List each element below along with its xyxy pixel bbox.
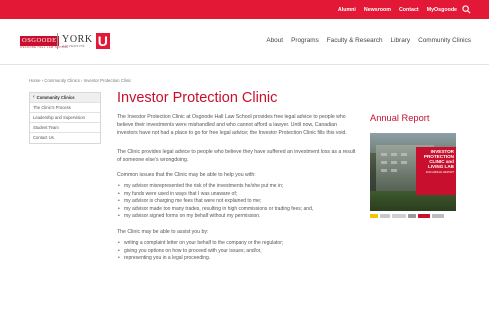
utility-bar: Alumni Newsroom Contact MyOsgoode bbox=[0, 0, 489, 19]
utility-link-alumni[interactable]: Alumni bbox=[338, 7, 356, 13]
cover-window bbox=[381, 169, 387, 172]
cover-title-block: INVESTOR PROTECTION CLINIC and LIVING LA… bbox=[416, 147, 456, 195]
cover-window bbox=[401, 161, 407, 164]
nav-about[interactable]: About bbox=[266, 37, 283, 44]
nav-library[interactable]: Library bbox=[391, 37, 411, 44]
breadcrumb[interactable]: Home › Community Clinics › Investor Prot… bbox=[29, 78, 131, 83]
main-content: Investor Protection Clinic The Investor … bbox=[117, 90, 357, 263]
sponsor-logo bbox=[418, 214, 430, 218]
site-header: OSGOODE OSGOODE HALL LAW SCHOOL YORK UNI… bbox=[0, 19, 489, 65]
york-wordmark-text: YORK bbox=[62, 33, 93, 45]
cover-window bbox=[381, 153, 387, 156]
sidebar-item-leadership[interactable]: Leadership and Supervision bbox=[30, 113, 100, 123]
sidebar-item-clinic-process[interactable]: The Clinic's Process bbox=[30, 103, 100, 113]
cover-window bbox=[381, 161, 387, 164]
utility-links: Alumni Newsroom Contact MyOsgoode bbox=[338, 0, 457, 19]
list-item: my advisor misrepresented the risk of th… bbox=[117, 183, 357, 191]
cover-window bbox=[401, 153, 407, 156]
annual-report-cover[interactable]: INVESTOR PROTECTION CLINIC and LIVING LA… bbox=[370, 133, 456, 211]
page-title: Investor Protection Clinic bbox=[117, 90, 278, 106]
list-item: my funds were used in ways that I was un… bbox=[117, 191, 357, 199]
list-item: writing a complaint letter on your behal… bbox=[117, 240, 357, 248]
cover-window bbox=[391, 153, 397, 156]
issues-intro: Common issues that the Clinic may be abl… bbox=[117, 172, 256, 178]
osgoode-logo-subtext: OSGOODE HALL LAW SCHOOL bbox=[20, 46, 69, 49]
sidebar-back-label: Community Clinics bbox=[36, 95, 75, 100]
york-logo[interactable]: YORK UNIVERSITÉ U bbox=[62, 33, 110, 49]
list-item: my advisor is charging me fees that were… bbox=[117, 198, 357, 206]
nav-programs[interactable]: Programs bbox=[291, 37, 319, 44]
york-u-mark: U bbox=[95, 33, 110, 49]
sponsor-logo bbox=[392, 214, 406, 218]
cover-window bbox=[391, 161, 397, 164]
sponsor-logo bbox=[432, 214, 444, 218]
osgoode-logo[interactable]: OSGOODE OSGOODE HALL LAW SCHOOL bbox=[20, 36, 69, 49]
assist-intro: The Clinic may be able to assist you by: bbox=[117, 228, 209, 235]
nav-faculty-research[interactable]: Faculty & Research bbox=[327, 37, 383, 44]
cover-window bbox=[391, 169, 397, 172]
services-paragraph: The Clinic provides legal advice to peop… bbox=[117, 149, 356, 163]
issues-list: my advisor misrepresented the risk of th… bbox=[117, 183, 357, 221]
sponsor-logo bbox=[380, 214, 390, 218]
sponsor-logos bbox=[370, 213, 456, 219]
sponsor-logo bbox=[370, 214, 378, 218]
list-item: giving you options on how to proceed wit… bbox=[117, 248, 357, 256]
sidebar-item-contact-us[interactable]: Contact Us bbox=[30, 133, 100, 143]
york-wordmark-subtext: UNIVERSITÉ bbox=[62, 43, 86, 48]
utility-link-contact[interactable]: Contact bbox=[399, 7, 419, 13]
list-item: representing you in a legal proceeding. bbox=[117, 255, 357, 263]
annual-report-heading[interactable]: Annual Report bbox=[370, 113, 429, 123]
osgoode-logo-text: OSGOODE bbox=[22, 37, 57, 44]
sidebar-nav: ‹ Community Clinics The Clinic's Process… bbox=[29, 92, 101, 144]
logo-divider bbox=[57, 33, 58, 49]
sidebar-back-community-clinics[interactable]: ‹ Community Clinics bbox=[30, 93, 100, 103]
nav-community-clinics[interactable]: Community Clinics bbox=[418, 37, 471, 44]
chevron-left-icon: ‹ bbox=[33, 94, 35, 100]
list-item: my advisor made too many trades, resulti… bbox=[117, 206, 357, 214]
search-icon[interactable] bbox=[462, 5, 471, 14]
utility-link-myosgoode[interactable]: MyOsgoode bbox=[427, 7, 457, 13]
york-wordmark: YORK UNIVERSITÉ bbox=[62, 33, 93, 48]
assist-list: writing a complaint letter on your behal… bbox=[117, 240, 357, 263]
main-nav: About Programs Faculty & Research Librar… bbox=[266, 37, 471, 44]
cover-subtitle: 2019 ANNUAL REPORT bbox=[425, 171, 454, 174]
intro-paragraph: The Investor Protection Clinic at Osgood… bbox=[117, 114, 347, 136]
sponsor-logo bbox=[408, 214, 416, 218]
utility-link-newsroom[interactable]: Newsroom bbox=[364, 7, 391, 13]
list-item: my advisor signed forms on my behalf wit… bbox=[117, 213, 357, 221]
sidebar-item-student-team[interactable]: Student Team bbox=[30, 123, 100, 133]
cover-title-line: LIVING LAB bbox=[427, 164, 454, 169]
